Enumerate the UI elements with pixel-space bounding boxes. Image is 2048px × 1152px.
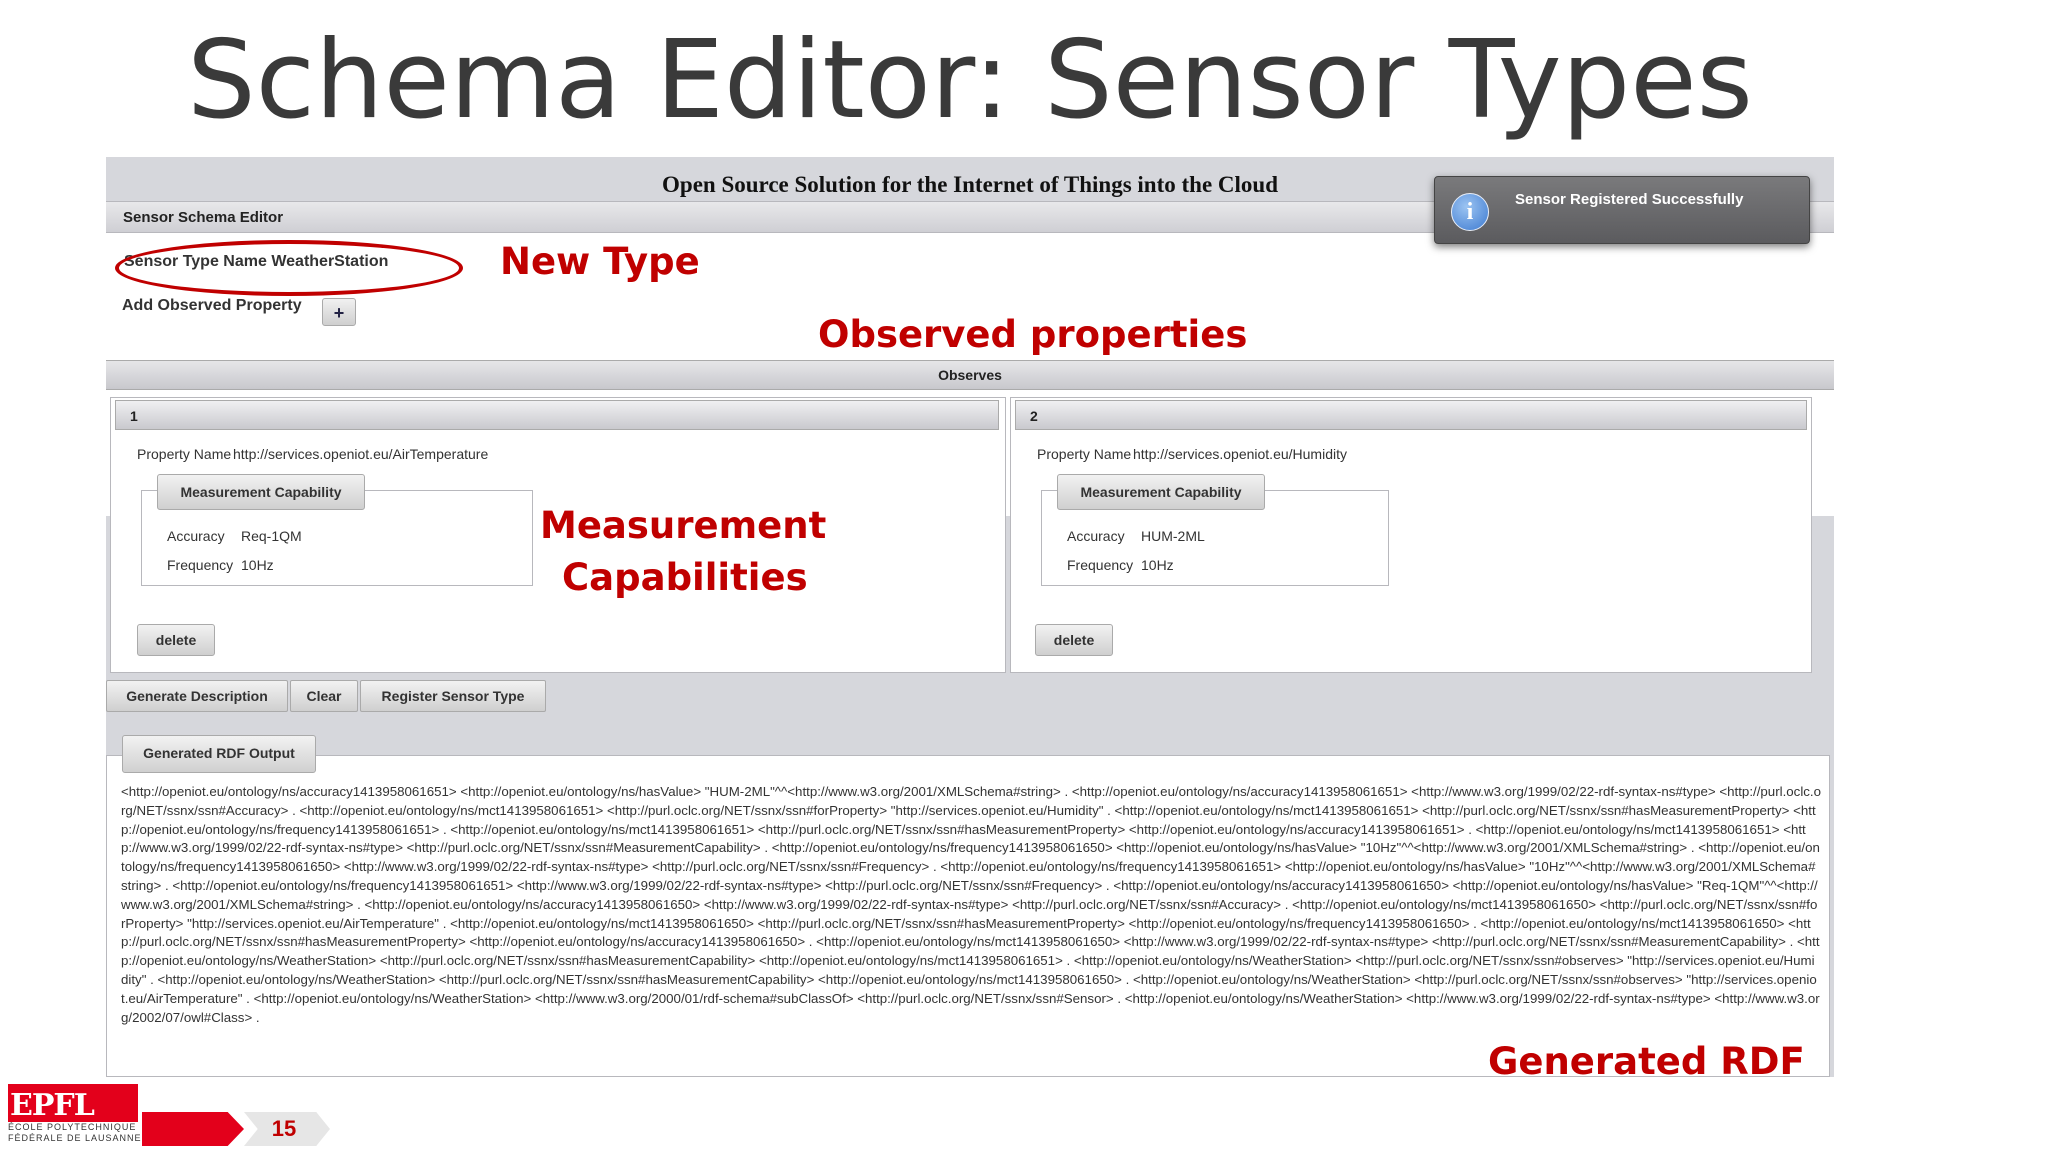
- property-panel-header: 2: [1015, 400, 1807, 430]
- frequency-value[interactable]: 10Hz: [241, 557, 274, 573]
- annotation-new-type: New Type: [500, 240, 700, 283]
- annotation-measurement: Measurement: [540, 504, 827, 547]
- rdf-output-text[interactable]: <http://openiot.eu/ontology/ns/accuracy1…: [121, 783, 1821, 1027]
- property-panel-2: 2 Property Name http://services.openiot.…: [1010, 397, 1812, 673]
- observes-header: Observes: [106, 360, 1834, 390]
- measurement-capability-legend: Measurement Capability: [157, 474, 365, 510]
- generated-rdf-output-legend: Generated RDF Output: [122, 735, 316, 773]
- annotation-generated-rdf: Generated RDF: [1488, 1040, 1805, 1083]
- register-sensor-type-button[interactable]: Register Sensor Type: [360, 680, 546, 712]
- clear-button[interactable]: Clear: [290, 680, 358, 712]
- frequency-value[interactable]: 10Hz: [1141, 557, 1174, 573]
- info-icon: i: [1451, 193, 1489, 231]
- frequency-label: Frequency: [1067, 557, 1134, 573]
- accuracy-value[interactable]: HUM-2ML: [1141, 528, 1205, 544]
- annotation-observed-properties: Observed properties: [818, 313, 1248, 356]
- highlight-ellipse: [115, 240, 463, 296]
- epfl-logo-mark: EPFL: [10, 1088, 95, 1123]
- accuracy-value[interactable]: Req-1QM: [241, 528, 302, 544]
- notification-toast[interactable]: i Sensor Registered Successfully: [1434, 176, 1810, 244]
- notification-text: Sensor Registered Successfully: [1515, 191, 1744, 208]
- epfl-logo-line1: ÉCOLE POLYTECHNIQUE: [8, 1122, 137, 1132]
- property-name-value[interactable]: http://services.openiot.eu/AirTemperatur…: [233, 446, 488, 462]
- footer-arrow-red: [142, 1112, 244, 1146]
- property-name-label: Property Name: [137, 446, 232, 462]
- annotation-capabilities: Capabilities: [562, 556, 808, 599]
- accuracy-label: Accuracy: [1067, 528, 1125, 544]
- generate-description-button[interactable]: Generate Description: [106, 680, 288, 712]
- add-observed-property-button[interactable]: +: [322, 298, 356, 326]
- epfl-logo-line2: FÉDÉRALE DE LAUSANNE: [8, 1133, 142, 1143]
- slide-title: Schema Editor: Sensor Types: [187, 18, 1753, 143]
- delete-button[interactable]: delete: [137, 624, 215, 656]
- accuracy-label: Accuracy: [167, 528, 225, 544]
- app-window: Open Source Solution for the Internet of…: [106, 157, 1834, 1077]
- property-name-label: Property Name: [1037, 446, 1132, 462]
- page-number: 15: [271, 1116, 297, 1141]
- delete-button[interactable]: delete: [1035, 624, 1113, 656]
- measurement-capability-legend: Measurement Capability: [1057, 474, 1265, 510]
- add-observed-property-label: Add Observed Property: [122, 297, 302, 314]
- frequency-label: Frequency: [167, 557, 234, 573]
- property-name-value[interactable]: http://services.openiot.eu/Humidity: [1133, 446, 1347, 462]
- property-panel-header: 1: [115, 400, 999, 430]
